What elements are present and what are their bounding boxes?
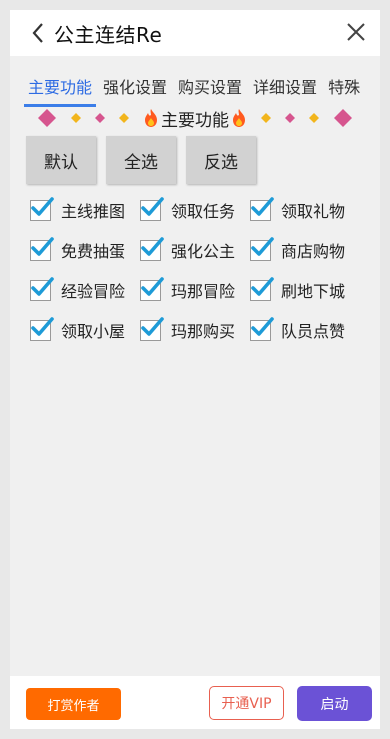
checkbox-box[interactable] bbox=[250, 196, 274, 221]
diamond-icon bbox=[334, 109, 352, 127]
checkbox-label: 刷地下城 bbox=[281, 282, 346, 301]
checkmark-icon bbox=[251, 316, 274, 336]
diamond-icon bbox=[261, 113, 271, 123]
diamond-icon bbox=[38, 109, 56, 127]
feature-checkbox[interactable]: 经验冒险 bbox=[30, 276, 140, 302]
tab-bar: 主要功能 强化设置 购买设置 详细设置 特殊 bbox=[24, 78, 367, 107]
open-vip-button[interactable]: 开通VIP bbox=[209, 686, 284, 720]
checkbox-label: 强化公主 bbox=[171, 242, 236, 261]
tab-purchase-settings[interactable]: 购买设置 bbox=[174, 78, 246, 104]
close-button[interactable] bbox=[344, 20, 368, 44]
checkmark-icon bbox=[141, 196, 164, 216]
reward-author-button[interactable]: 打赏作者 bbox=[26, 688, 121, 720]
fire-icon bbox=[233, 109, 245, 127]
feature-checkbox[interactable]: 商店购物 bbox=[250, 236, 360, 262]
checkbox-label: 领取任务 bbox=[171, 202, 236, 221]
checkbox-box[interactable] bbox=[140, 316, 164, 341]
checkmark-icon bbox=[251, 196, 274, 216]
diamond-icon bbox=[119, 113, 129, 123]
feature-checkbox[interactable]: 领取小屋 bbox=[30, 316, 140, 342]
feature-checkbox[interactable]: 领取礼物 bbox=[250, 196, 360, 222]
checkmark-icon bbox=[141, 276, 164, 296]
feature-checkbox[interactable]: 玛那冒险 bbox=[140, 276, 250, 302]
tab-enhance-settings[interactable]: 强化设置 bbox=[99, 78, 171, 104]
back-button[interactable] bbox=[26, 19, 50, 47]
checkbox-label: 免费抽蛋 bbox=[61, 242, 126, 261]
checkbox-label: 领取礼物 bbox=[281, 202, 346, 221]
default-button[interactable]: 默认 bbox=[26, 136, 96, 184]
checkbox-label: 商店购物 bbox=[281, 242, 346, 261]
checkbox-label: 玛那冒险 bbox=[171, 282, 236, 301]
checkbox-box[interactable] bbox=[30, 196, 54, 221]
feature-checkbox[interactable]: 主线推图 bbox=[30, 196, 140, 222]
checkmark-icon bbox=[31, 316, 54, 336]
feature-checkbox-grid: 主线推图 领取任务 领取礼物免费抽蛋 强化公主 商店购物经验冒险 玛那冒险 刷地下城领取小屋… bbox=[30, 196, 360, 342]
checkbox-box[interactable] bbox=[30, 236, 54, 261]
section-header: 主要功能 bbox=[10, 106, 380, 131]
checkmark-icon bbox=[31, 196, 54, 216]
checkmark-icon bbox=[141, 236, 164, 256]
checkbox-label: 队员点赞 bbox=[281, 322, 346, 341]
checkbox-box[interactable] bbox=[140, 276, 164, 301]
checkbox-box[interactable] bbox=[250, 276, 274, 301]
checkmark-icon bbox=[251, 236, 274, 256]
section-title: 主要功能 bbox=[161, 110, 229, 131]
tab-special[interactable]: 特殊 bbox=[324, 78, 364, 104]
checkbox-box[interactable] bbox=[140, 196, 164, 221]
checkmark-icon bbox=[251, 276, 274, 296]
diamond-icon bbox=[95, 113, 105, 123]
back-arrow-icon bbox=[32, 23, 43, 43]
fire-icon bbox=[145, 109, 157, 127]
checkbox-box[interactable] bbox=[30, 276, 54, 301]
feature-checkbox[interactable]: 玛那购买 bbox=[140, 316, 250, 342]
checkbox-box[interactable] bbox=[250, 236, 274, 261]
feature-checkbox[interactable]: 队员点赞 bbox=[250, 316, 360, 342]
footer-bar: 打赏作者 开通VIP 启动 bbox=[10, 676, 380, 729]
feature-checkbox[interactable]: 领取任务 bbox=[140, 196, 250, 222]
tab-main-functions[interactable]: 主要功能 bbox=[24, 78, 97, 107]
checkbox-label: 领取小屋 bbox=[61, 322, 126, 341]
page-title: 公主连结Re bbox=[54, 22, 163, 47]
select-all-button[interactable]: 全选 bbox=[106, 136, 176, 184]
checkbox-box[interactable] bbox=[30, 316, 54, 341]
diamond-icon bbox=[309, 113, 319, 123]
close-icon bbox=[347, 23, 365, 41]
checkbox-label: 主线推图 bbox=[61, 202, 126, 221]
start-button[interactable]: 启动 bbox=[297, 686, 372, 721]
feature-checkbox[interactable]: 免费抽蛋 bbox=[30, 236, 140, 262]
checkbox-label: 经验冒险 bbox=[61, 282, 126, 301]
diamond-icon bbox=[285, 113, 295, 123]
feature-checkbox[interactable]: 刷地下城 bbox=[250, 276, 360, 302]
checkmark-icon bbox=[31, 236, 54, 256]
checkmark-icon bbox=[141, 316, 164, 336]
diamond-icon bbox=[71, 113, 81, 123]
checkbox-box[interactable] bbox=[140, 236, 164, 261]
main-panel: 主要功能 强化设置 购买设置 详细设置 特殊 主要功能 默认 全选 反选 主线推… bbox=[10, 56, 380, 676]
selection-buttons: 默认 全选 反选 bbox=[26, 136, 256, 184]
checkmark-icon bbox=[31, 276, 54, 296]
feature-checkbox[interactable]: 强化公主 bbox=[140, 236, 250, 262]
app-header: 公主连结Re bbox=[10, 10, 380, 56]
invert-selection-button[interactable]: 反选 bbox=[186, 136, 256, 184]
tab-detail-settings[interactable]: 详细设置 bbox=[249, 78, 321, 104]
checkbox-box[interactable] bbox=[250, 316, 274, 341]
checkbox-label: 玛那购买 bbox=[171, 322, 236, 341]
